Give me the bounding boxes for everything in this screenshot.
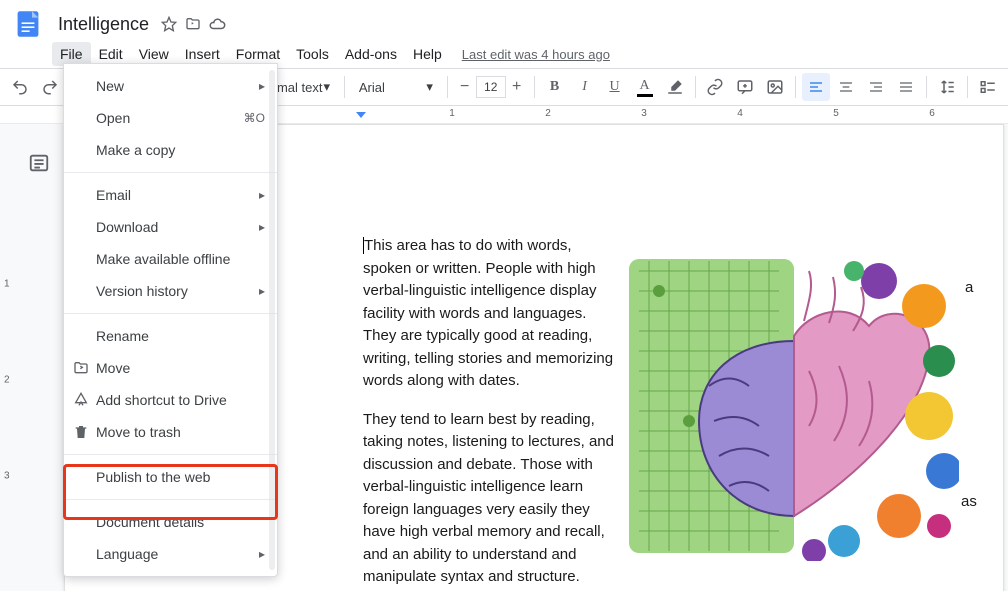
ruler-tick: 5 [833, 108, 839, 119]
menu-addons[interactable]: Add-ons [337, 42, 405, 66]
highlight-button[interactable] [661, 73, 689, 101]
menu-open[interactable]: Open ⌘O [64, 102, 277, 134]
vruler-tick: 1 [4, 279, 10, 290]
font-size-control: − 12 + [454, 76, 528, 98]
text-color-button[interactable]: A [631, 73, 659, 101]
line-spacing-button[interactable] [933, 73, 961, 101]
align-justify-button[interactable] [892, 73, 920, 101]
chevron-down-icon: ▾ [323, 79, 330, 95]
last-edit-link[interactable]: Last edit was 4 hours ago [462, 47, 610, 62]
ruler-tick: 2 [545, 108, 551, 119]
menu-language[interactable]: Language ▸ [64, 538, 277, 570]
undo-button[interactable] [6, 73, 34, 101]
star-icon[interactable] [159, 14, 179, 34]
menu-make-copy[interactable]: Make a copy [64, 134, 277, 166]
ruler-tick: 1 [449, 108, 455, 119]
cloud-status-icon[interactable] [207, 14, 227, 34]
menu-tools[interactable]: Tools [288, 42, 337, 66]
chevron-down-icon: ▾ [426, 79, 433, 95]
chevron-right-icon: ▸ [259, 284, 265, 298]
chevron-right-icon: ▸ [259, 79, 265, 93]
align-center-button[interactable] [832, 73, 860, 101]
ruler-tick: 3 [641, 108, 647, 119]
menu-label: Email [96, 187, 131, 203]
menu-label: Move to trash [96, 424, 181, 440]
menu-label: Version history [96, 283, 188, 299]
menu-offline[interactable]: Make available offline [64, 243, 277, 275]
menu-email[interactable]: Email ▸ [64, 179, 277, 211]
underline-button[interactable]: U [601, 73, 629, 101]
redo-button[interactable] [36, 73, 64, 101]
menu-label: Download [96, 219, 158, 235]
folder-move-icon [72, 359, 90, 377]
document-body[interactable]: This area has to do with words, spoken o… [363, 235, 623, 591]
decrease-font-button[interactable]: − [454, 76, 476, 98]
trash-icon [72, 423, 90, 441]
outline-toggle-button[interactable] [28, 152, 52, 176]
ruler-tick: 6 [929, 108, 935, 119]
vertical-ruler[interactable]: 1 2 3 [0, 124, 20, 591]
paragraph: This area has to do with words, spoken o… [363, 237, 613, 389]
menu-move-to-trash[interactable]: Move to trash [64, 416, 277, 448]
text-fragment: as [961, 493, 977, 510]
bold-button[interactable]: B [541, 73, 569, 101]
menu-label: New [96, 78, 124, 94]
doc-title[interactable]: Intelligence [52, 12, 155, 37]
chevron-right-icon: ▸ [259, 220, 265, 234]
docs-logo[interactable] [8, 4, 48, 44]
inline-image[interactable] [629, 251, 959, 561]
menu-rename[interactable]: Rename [64, 320, 277, 352]
menu-label: Document details [96, 514, 204, 530]
chevron-right-icon: ▸ [259, 188, 265, 202]
move-folder-icon[interactable] [183, 14, 203, 34]
menu-version-history[interactable]: Version history ▸ [64, 275, 277, 307]
menu-label: Rename [96, 328, 149, 344]
menu-publish-to-web[interactable]: Publish to the web [64, 461, 277, 493]
menu-new[interactable]: New ▸ [64, 70, 277, 102]
menu-label: Language [96, 546, 158, 562]
menu-label: Move [96, 360, 130, 376]
menu-label: Open [96, 110, 130, 126]
menu-add-shortcut[interactable]: Add shortcut to Drive [64, 384, 277, 416]
font-family-select[interactable]: Arial ▾ [351, 73, 441, 101]
menu-help[interactable]: Help [405, 42, 450, 66]
italic-button[interactable]: I [571, 73, 599, 101]
menu-document-details[interactable]: Document details [64, 506, 277, 538]
shortcut-label: ⌘O [244, 111, 265, 125]
menu-download[interactable]: Download ▸ [64, 211, 277, 243]
menu-label: Add shortcut to Drive [96, 392, 227, 408]
paragraph: They tend to learn best by reading, taki… [363, 409, 623, 589]
file-menu-dropdown: New ▸ Open ⌘O Make a copy Email ▸ Download ▸… [63, 63, 278, 577]
menu-label: Make a copy [96, 142, 175, 158]
chevron-right-icon: ▸ [259, 547, 265, 561]
menu-label: Make available offline [96, 251, 230, 267]
align-left-button[interactable] [802, 73, 830, 101]
checklist-button[interactable] [974, 73, 1002, 101]
increase-font-button[interactable]: + [506, 76, 528, 98]
ruler-tick: 4 [737, 108, 743, 119]
text-fragment: a [965, 279, 973, 296]
menu-label: Publish to the web [96, 469, 210, 485]
add-comment-button[interactable] [731, 73, 759, 101]
drive-shortcut-icon [72, 391, 90, 409]
menu-move[interactable]: Move [64, 352, 277, 384]
insert-link-button[interactable] [701, 73, 729, 101]
vruler-tick: 3 [4, 471, 10, 482]
left-margin-indicator[interactable] [356, 112, 366, 118]
insert-image-button[interactable] [761, 73, 789, 101]
align-right-button[interactable] [862, 73, 890, 101]
font-size-input[interactable]: 12 [476, 76, 506, 98]
vruler-tick: 2 [4, 375, 10, 386]
font-family-label: Arial [359, 80, 385, 95]
